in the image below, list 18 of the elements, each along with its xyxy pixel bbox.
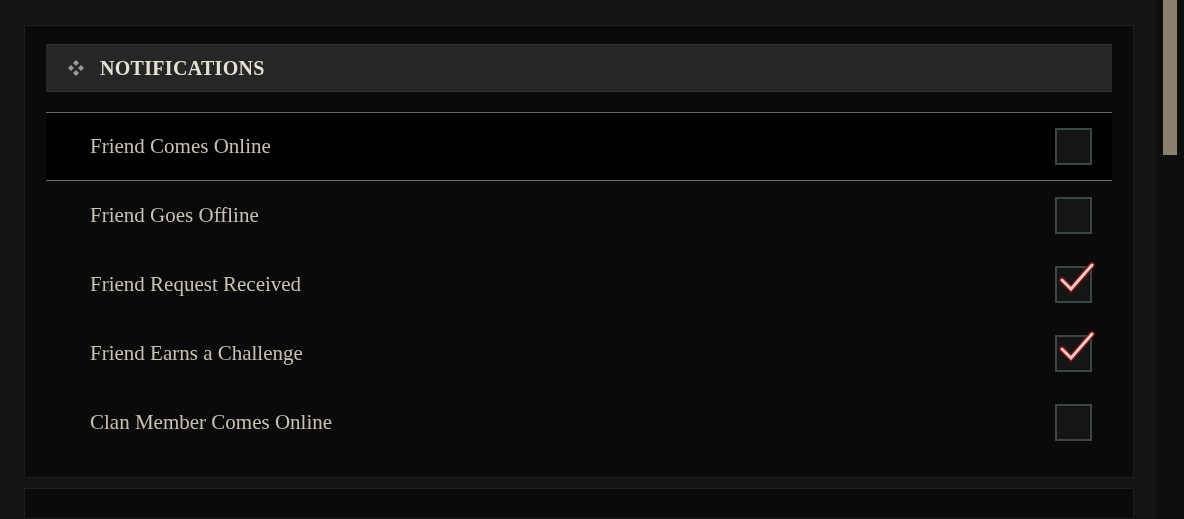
scrollbar-thumb[interactable] xyxy=(1163,0,1177,155)
option-label: Friend Goes Offline xyxy=(90,201,259,229)
option-row[interactable]: Friend Request Received xyxy=(46,250,1112,319)
option-row[interactable]: Friend Earns a Challenge xyxy=(46,319,1112,388)
checkbox[interactable] xyxy=(1055,128,1092,165)
checkbox[interactable] xyxy=(1055,404,1092,441)
checkbox[interactable] xyxy=(1055,197,1092,234)
option-label: Friend Earns a Challenge xyxy=(90,339,303,367)
diamond-cluster-icon xyxy=(66,58,86,78)
checkmark-icon xyxy=(1059,262,1095,294)
option-label: Friend Comes Online xyxy=(90,132,271,160)
option-row[interactable]: Friend Comes Online xyxy=(46,112,1112,181)
section-title: NOTIFICATIONS xyxy=(100,56,265,81)
option-label: Clan Member Comes Online xyxy=(90,408,333,436)
option-label: Friend Request Received xyxy=(90,270,302,298)
checkmark-icon xyxy=(1059,331,1095,363)
option-row[interactable]: Friend Goes Offline xyxy=(46,181,1112,250)
option-row[interactable]: Clan Member Comes Online xyxy=(46,388,1112,457)
